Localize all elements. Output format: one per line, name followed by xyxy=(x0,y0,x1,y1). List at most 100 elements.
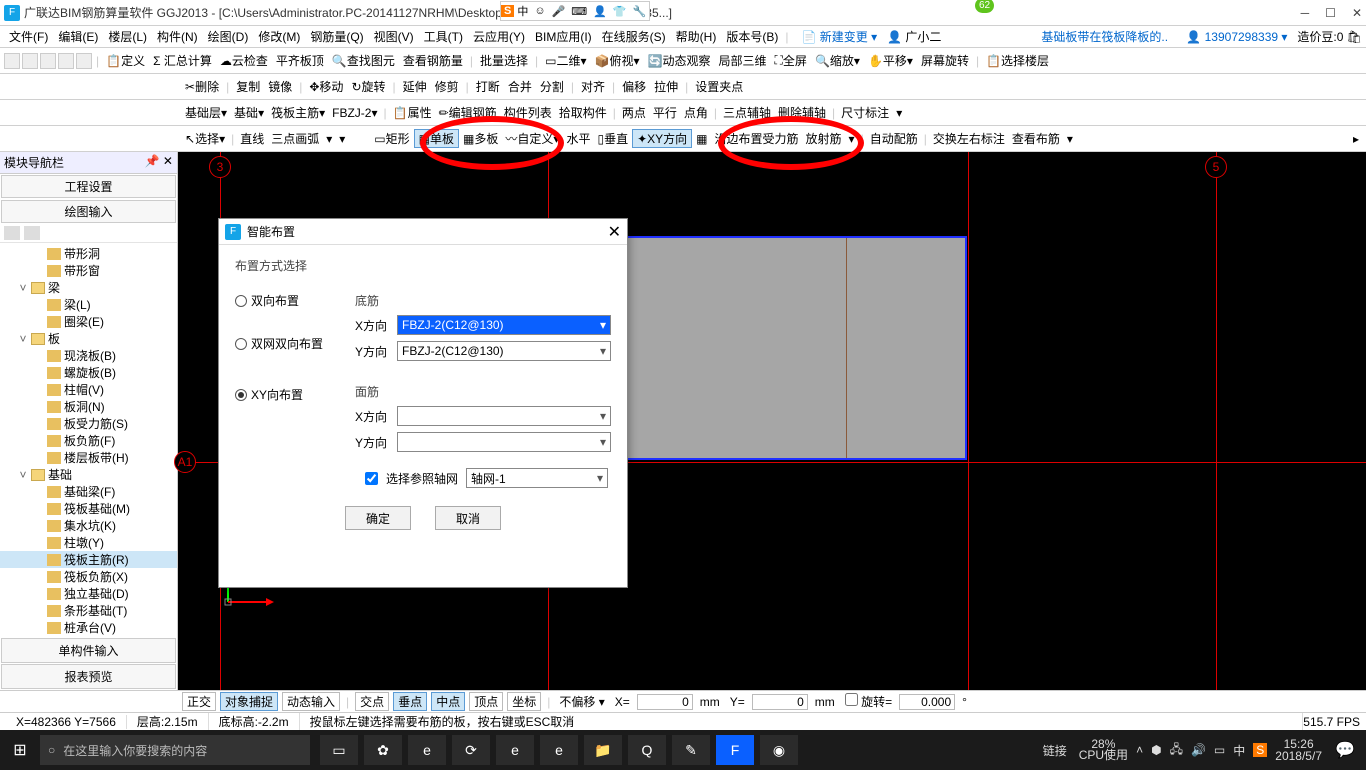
redo-icon[interactable] xyxy=(76,53,92,69)
combo-bottom-y[interactable]: FBZJ-2(C12@130) xyxy=(397,341,611,361)
btn-2d[interactable]: ▭ 二维 ▾ xyxy=(542,52,589,69)
tree-item[interactable]: 桩承台(V) xyxy=(0,619,177,636)
tree-item[interactable]: 集水坑(K) xyxy=(0,517,177,534)
combo-bottom-x[interactable]: FBZJ-2(C12@130) xyxy=(397,315,611,335)
app-icon[interactable]: ✿ xyxy=(364,735,402,765)
tree-item[interactable]: 梁(L) xyxy=(0,296,177,313)
btn-single-slab[interactable]: ▦ 单板 xyxy=(414,129,459,148)
ggj-app-icon[interactable]: F xyxy=(716,735,754,765)
cancel-button[interactable]: 取消 xyxy=(435,506,501,530)
menu-modify[interactable]: 修改(M) xyxy=(253,28,305,45)
tab-single-member[interactable]: 单构件输入 xyxy=(1,638,176,663)
tree-item[interactable]: 楼层板带(H) xyxy=(0,449,177,466)
btn-move[interactable]: ✥ 移动 xyxy=(306,78,346,95)
btn-3pt-aux[interactable]: 三点辅轴 xyxy=(720,104,774,121)
sb-cross[interactable]: 交点 xyxy=(355,692,389,711)
btn-rect[interactable]: ▭ 矩形 xyxy=(371,130,412,147)
tray-net-icon[interactable]: 🖧 xyxy=(1170,740,1183,761)
btn-custom[interactable]: 〰 自定义 ▾ xyxy=(502,130,562,147)
sb-osnap[interactable]: 对象捕捉 xyxy=(220,692,278,711)
tree-item[interactable]: 筏板基础(M) xyxy=(0,500,177,517)
btn-delete[interactable]: ✂ 删除 xyxy=(182,78,222,95)
tree-item[interactable]: 条形基础(T) xyxy=(0,602,177,619)
btn-select-floor[interactable]: 📋 选择楼层 xyxy=(983,52,1052,69)
btn-fullscreen[interactable]: ⛶ 全屏 xyxy=(772,52,810,69)
btn-auto-rebar[interactable]: 自动配筋 xyxy=(867,130,921,147)
pin-icon[interactable]: 📌 ✕ xyxy=(145,154,173,171)
tree-group-jichu[interactable]: ˅基础 xyxy=(0,466,177,483)
dialog-titlebar[interactable]: F 智能布置 ✕ xyxy=(219,219,627,245)
cost-bean[interactable]: 造价豆:0 🛍 xyxy=(1297,28,1362,45)
combo-grid[interactable]: 轴网-1 xyxy=(466,468,608,488)
tree-item[interactable]: 板受力筋(S) xyxy=(0,415,177,432)
tree-item[interactable]: 带形窗 xyxy=(0,262,177,279)
sb-ortho[interactable]: 正交 xyxy=(182,692,216,711)
edge-icon[interactable]: e xyxy=(408,735,446,765)
btn-horiz[interactable]: 水平 xyxy=(563,130,593,147)
taskview-icon[interactable]: ▭ xyxy=(320,735,358,765)
tree-item[interactable]: 基础梁(F) xyxy=(0,483,177,500)
ime-icon[interactable]: ⌨ xyxy=(568,5,590,18)
member-tree[interactable]: 带形洞 带形窗 ˅梁 梁(L) 圈梁(E) ˅板 现浇板(B) 螺旋板(B) 柱… xyxy=(0,243,177,637)
tab-draw-input[interactable]: 绘图输入 xyxy=(1,200,176,223)
btn-stretch[interactable]: 拉伸 xyxy=(651,78,681,95)
btn-props[interactable]: 📋 属性 xyxy=(390,104,435,121)
account-phone[interactable]: 👤 13907298339 ▾ xyxy=(1186,30,1287,44)
tree-expand-icon[interactable] xyxy=(4,226,20,240)
tray-link[interactable]: 链接 xyxy=(1039,742,1071,759)
tray-sogou-icon[interactable]: S xyxy=(1253,743,1267,757)
combo-color[interactable]: ▾ xyxy=(336,132,370,146)
btn-radial[interactable]: 放射筋 xyxy=(803,130,845,147)
tree-item[interactable]: 板洞(N) xyxy=(0,398,177,415)
app-icon[interactable]: e xyxy=(496,735,534,765)
btn-merge[interactable]: 合并 xyxy=(505,78,535,95)
btn-multi-slab[interactable]: ▦ 多板 xyxy=(460,130,501,147)
tray-up-icon[interactable]: ˄ xyxy=(1136,743,1143,757)
tree-collapse-icon[interactable] xyxy=(24,226,40,240)
menu-cloud[interactable]: 云应用(Y) xyxy=(468,28,530,45)
btn-ptangle[interactable]: 点角 xyxy=(681,104,711,121)
btn-select[interactable]: ↖ 选择 ▾ xyxy=(182,130,228,147)
icon-small[interactable]: ▦ xyxy=(693,132,710,146)
menu-draw[interactable]: 绘图(D) xyxy=(203,28,254,45)
btn-grips[interactable]: 设置夹点 xyxy=(692,78,746,95)
menu-bim[interactable]: BIM应用(I) xyxy=(530,28,597,45)
menu-view[interactable]: 视图(V) xyxy=(369,28,419,45)
tree-item-selected[interactable]: 筏板主筋(R) xyxy=(0,551,177,568)
highlight-link[interactable]: 基础板带在筏板降板的.. xyxy=(1036,28,1173,45)
btn-view-rebar[interactable]: 查看钢筋量 xyxy=(400,52,466,69)
tray-cpu[interactable]: 28%CPU使用 xyxy=(1079,739,1128,761)
tree-item[interactable]: 柱墩(Y) xyxy=(0,534,177,551)
minimize-button[interactable]: ─ xyxy=(1301,6,1310,20)
btn-rotate[interactable]: ↻ 旋转 xyxy=(348,78,388,95)
tray-clock[interactable]: 15:262018/5/7 xyxy=(1275,738,1322,762)
btn-orbit[interactable]: 🔄 动态观察 xyxy=(645,52,714,69)
tree-item[interactable]: 柱帽(V) xyxy=(0,381,177,398)
btn-2pt[interactable]: 两点 xyxy=(619,104,649,121)
tray-app-icon[interactable]: ⬢ xyxy=(1151,743,1161,757)
btn-local3d[interactable]: 局部三维 xyxy=(716,52,770,69)
sb-mid[interactable]: 中点 xyxy=(431,692,465,711)
menu-version[interactable]: 版本号(B) xyxy=(721,28,783,45)
tree-item[interactable]: 筏板负筋(X) xyxy=(0,568,177,585)
btn-flush-top[interactable]: 平齐板顶 xyxy=(273,52,327,69)
btn-top-view[interactable]: 📦 俯视 ▾ xyxy=(592,52,643,69)
undo-icon[interactable] xyxy=(58,53,74,69)
menu-edit[interactable]: 编辑(E) xyxy=(53,28,103,45)
tree-item[interactable]: 独立基础(D) xyxy=(0,585,177,602)
btn-batch-select[interactable]: 批量选择 xyxy=(477,52,531,69)
btn-copy[interactable]: 复制 xyxy=(233,78,263,95)
btn-pick[interactable]: 拾取构件 xyxy=(556,104,610,121)
sb-apex[interactable]: 顶点 xyxy=(469,692,503,711)
tree-item[interactable]: 圈梁(E) xyxy=(0,313,177,330)
btn-screen-rotate[interactable]: 屏幕旋转 xyxy=(918,52,972,69)
combo-floor[interactable]: 基础层 ▾ xyxy=(182,104,230,121)
btn-offset[interactable]: 偏移 xyxy=(619,78,649,95)
btn-cloud-check[interactable]: ☁ 云检查 xyxy=(217,52,271,69)
input-x[interactable]: 0 xyxy=(637,694,693,710)
menu-floor[interactable]: 楼层(L) xyxy=(103,28,152,45)
sb-coord[interactable]: 坐标 xyxy=(507,692,541,711)
menu-file[interactable]: 文件(F) xyxy=(4,28,53,45)
ime-bar[interactable]: S 中 ☺ 🎤 ⌨ 👤 👕 🔧 xyxy=(500,1,650,21)
maximize-button[interactable]: ☐ xyxy=(1325,6,1336,20)
